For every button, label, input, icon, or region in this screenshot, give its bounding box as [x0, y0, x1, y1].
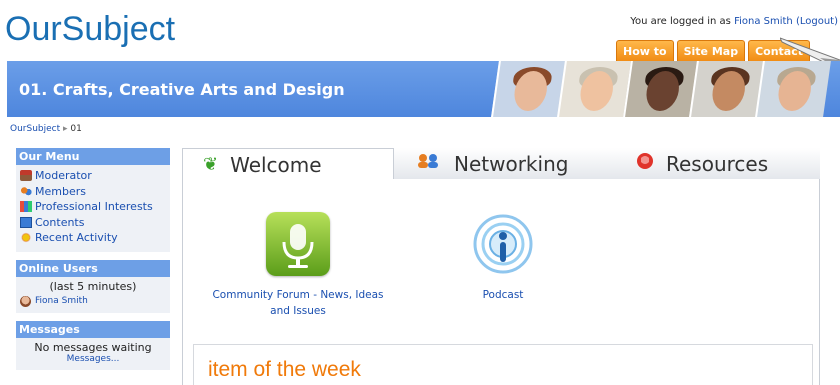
photo-woman-2	[623, 61, 699, 117]
tab-content-welcome: Community Forum - News, Ideas and Issues…	[182, 179, 820, 385]
top-tab-site-map[interactable]: Site Map	[676, 40, 746, 62]
tab-networking[interactable]: Networking	[394, 148, 608, 180]
photo-man-1	[557, 61, 633, 117]
online-users-block: Online Users (last 5 minutes) Fiona Smit…	[16, 259, 170, 313]
tab-label: Networking	[454, 151, 569, 176]
members-icon	[20, 185, 32, 197]
tab-welcome[interactable]: ❦ Welcome	[182, 148, 394, 180]
menu-item-label: Contents	[35, 215, 85, 229]
breadcrumb-current: 01	[70, 124, 82, 134]
top-tab-how-to[interactable]: How to	[616, 40, 674, 62]
login-prefix: You are logged in as	[630, 16, 731, 27]
breadcrumb-root[interactable]: OurSubject	[10, 124, 60, 134]
item-of-the-week-panel: item of the week	[193, 344, 813, 385]
moderator-icon	[20, 170, 32, 182]
page-banner: 01. Crafts, Creative Arts and Design	[7, 61, 840, 117]
activity-icon	[20, 232, 32, 244]
breadcrumb: OurSubject ▸ 01	[10, 124, 82, 134]
banner-photos	[491, 61, 831, 117]
online-users-title: Online Users	[16, 259, 170, 277]
logout-link[interactable]: (Logout)	[796, 16, 838, 27]
menu-item-recent-activity[interactable]: Recent Activity	[20, 230, 166, 246]
item-of-the-week-title: item of the week	[208, 358, 361, 381]
tab-label: Resources	[666, 151, 769, 176]
menu-item-moderator[interactable]: Moderator	[20, 168, 166, 184]
menu-item-contents[interactable]: Contents	[20, 215, 166, 231]
leaf-icon: ❦	[203, 154, 219, 175]
sidebar: Our Menu Moderator Members Professional …	[16, 148, 170, 378]
messages-title: Messages	[16, 320, 170, 338]
menu-item-label: Professional Interests	[35, 200, 153, 213]
site-logo[interactable]: OurSubject	[5, 10, 175, 49]
messages-block: Messages No messages waiting Messages...	[16, 320, 170, 370]
photo-man-2	[755, 61, 831, 117]
online-user-row[interactable]: Fiona Smith	[20, 295, 166, 307]
app-podcast[interactable]: Podcast	[453, 212, 553, 303]
login-user-link[interactable]: Fiona Smith	[734, 16, 793, 27]
online-users-note: (last 5 minutes)	[49, 279, 137, 293]
banner-title: 01. Crafts, Creative Arts and Design	[19, 80, 345, 99]
photo-woman-3	[689, 61, 765, 117]
breadcrumb-separator: ▸	[63, 124, 68, 134]
menu-item-label: Moderator	[35, 169, 92, 182]
tab-label: Welcome	[230, 152, 322, 177]
resources-icon	[636, 152, 654, 175]
photo-woman-1	[491, 61, 567, 117]
main-tabs: ❦ Welcome Networking Resources	[182, 148, 820, 180]
app-label-line2: and Issues	[270, 305, 326, 317]
people-icon	[416, 153, 442, 174]
app-community-forum[interactable]: Community Forum - News, Ideas and Issues	[203, 212, 393, 319]
podcast-icon	[471, 212, 535, 276]
messages-link[interactable]: Messages...	[20, 354, 166, 364]
menu-item-professional-interests[interactable]: Professional Interests	[20, 199, 166, 215]
menu-title: Our Menu	[16, 148, 170, 165]
interests-icon	[20, 201, 32, 213]
menu-block: Our Menu Moderator Members Professional …	[16, 148, 170, 252]
menu-item-label: Members	[35, 184, 86, 198]
online-user-name: Fiona Smith	[35, 296, 88, 306]
login-status: You are logged in as Fiona Smith (Logout…	[630, 16, 838, 27]
menu-item-label: Recent Activity	[35, 231, 118, 244]
microphone-icon	[266, 212, 330, 276]
app-label-line1: Community Forum - News, Ideas	[212, 289, 384, 301]
messages-status: No messages waiting	[34, 340, 152, 354]
contents-icon	[20, 216, 32, 228]
tab-resources[interactable]: Resources	[608, 148, 820, 180]
menu-item-members[interactable]: Members	[20, 184, 166, 200]
avatar	[20, 295, 31, 307]
app-label: Podcast	[482, 289, 524, 301]
